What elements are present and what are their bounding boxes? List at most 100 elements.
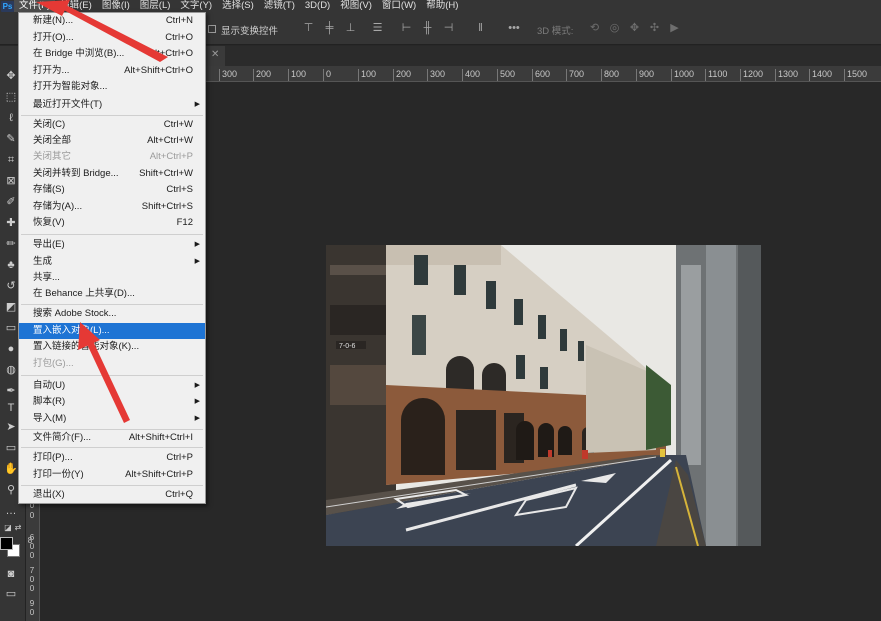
menu-item-browse-in-bridge[interactable]: 在 Bridge 中浏览(B)... Alt+Ctrl+O xyxy=(19,46,205,62)
menu-item-search-adobe-stock[interactable]: 搜索 Adobe Stock... xyxy=(19,306,205,322)
menu-item-exit[interactable]: 退出(X) Ctrl+Q xyxy=(19,487,205,503)
menu-filter[interactable]: 滤镜(T) xyxy=(259,0,300,12)
ruler-tick: 900 xyxy=(636,69,654,81)
ruler-tick: 200 xyxy=(393,69,411,81)
gradient-tool-icon[interactable]: ▭ xyxy=(3,320,19,336)
distribute-vertical-icon[interactable]: ☰ xyxy=(371,22,384,35)
menu-window[interactable]: 窗口(W) xyxy=(377,0,421,12)
zoom-tool-icon[interactable]: ⚲ xyxy=(3,482,19,498)
ruler-tick: 400 xyxy=(462,69,480,81)
menu-separator xyxy=(21,304,203,305)
3d-slide-icon[interactable]: ✣ xyxy=(648,22,661,35)
menu-type[interactable]: 文字(Y) xyxy=(175,0,217,12)
ruler-tick: 300 xyxy=(219,69,237,81)
close-icon[interactable]: ✕ xyxy=(211,49,219,60)
document-photo[interactable]: 7-0-6 xyxy=(326,245,761,546)
3d-camera-icon[interactable]: ▶ xyxy=(668,22,681,35)
eraser-tool-icon[interactable]: ◩ xyxy=(3,299,19,315)
menu-image[interactable]: 图像(I) xyxy=(97,0,135,12)
ruler-tick: 300 xyxy=(427,69,445,81)
frame-tool-icon[interactable]: ⊠ xyxy=(3,173,19,189)
hand-tool-icon[interactable]: ✋ xyxy=(3,461,19,477)
menu-item-open-as-smart-object[interactable]: 打开为智能对象... xyxy=(19,79,205,95)
3d-orbit-icon[interactable]: ⟲ xyxy=(588,22,601,35)
menu-item-close-and-go-to-bridge[interactable]: 关闭并转到 Bridge... Shift+Ctrl+W xyxy=(19,166,205,182)
menu-item-place-linked[interactable]: 置入链接的智能对象(K)... xyxy=(19,339,205,355)
align-vertical-center-icon[interactable]: ╪ xyxy=(323,22,336,35)
menu-item-open-recent[interactable]: 最近打开文件(T) ▶ xyxy=(19,97,205,113)
menu-help[interactable]: 帮助(H) xyxy=(421,0,463,12)
menu-item-scripts[interactable]: 脚本(R) ▶ xyxy=(19,394,205,410)
menu-item-share-on-behance[interactable]: 在 Behance 上共享(D)... xyxy=(19,286,205,302)
menu-item-print-one-copy[interactable]: 打印一份(Y) Alt+Shift+Ctrl+P xyxy=(19,467,205,483)
menu-item-place-embedded[interactable]: 置入嵌入对象(L)... xyxy=(19,323,205,339)
menu-3d[interactable]: 3D(D) xyxy=(300,0,335,12)
move-tool-icon[interactable]: ✥ xyxy=(3,68,19,84)
menu-item-save[interactable]: 存储(S) Ctrl+S xyxy=(19,182,205,198)
3d-mode-label: 3D 模式: xyxy=(537,26,574,37)
menu-item-print[interactable]: 打印(P)... Ctrl+P xyxy=(19,450,205,466)
ruler-tick: 0 xyxy=(29,511,35,520)
menu-item-new[interactable]: 新建(N)... Ctrl+N xyxy=(19,13,205,29)
file-menu-dropdown: 新建(N)... Ctrl+N 打开(O)... Ctrl+O 在 Bridge 中… xyxy=(18,12,206,504)
menu-item-open[interactable]: 打开(O)... Ctrl+O xyxy=(19,30,205,46)
distribute-horizontal-icon[interactable]: ‖ xyxy=(474,22,487,35)
street-sign-text: 7-0-6 xyxy=(339,343,355,350)
document-tab[interactable]: ✕ xyxy=(205,46,225,66)
foreground-color-swatch[interactable] xyxy=(0,537,13,550)
menu-item-save-as[interactable]: 存储为(A)... Shift+Ctrl+S xyxy=(19,199,205,215)
menu-view[interactable]: 视图(V) xyxy=(335,0,377,12)
quick-mask-icon[interactable]: ◙ xyxy=(3,566,19,582)
menu-item-generate[interactable]: 生成 ▶ xyxy=(19,254,205,270)
lasso-tool-icon[interactable]: ℓ xyxy=(3,110,19,126)
menu-select[interactable]: 选择(S) xyxy=(217,0,259,12)
ruler-tick: 700 xyxy=(566,69,584,81)
shape-tool-icon[interactable]: ▭ xyxy=(3,440,19,456)
align-right-icon[interactable]: ⊣ xyxy=(442,22,455,35)
menu-item-share[interactable]: 共享... xyxy=(19,270,205,286)
3d-pan-icon[interactable]: ✥ xyxy=(628,22,641,35)
horizontal-ruler[interactable]: 300 200 100 0 100 200 300 400 500 600 70… xyxy=(205,66,881,82)
type-tool-icon[interactable]: T xyxy=(3,400,19,416)
menu-item-close[interactable]: 关闭(C) Ctrl+W xyxy=(19,117,205,133)
menu-item-file-info[interactable]: 文件简介(F)... Alt+Shift+Ctrl+I xyxy=(19,430,205,446)
align-left-icon[interactable]: ⊢ xyxy=(400,22,413,35)
swap-colors-icon[interactable]: ⇄ xyxy=(10,520,26,536)
screen-mode-icon[interactable]: ▭ xyxy=(3,586,19,602)
menu-item-revert[interactable]: 恢复(V) F12 xyxy=(19,215,205,231)
menu-edit[interactable]: 编辑(E) xyxy=(55,0,97,12)
menu-file[interactable]: 文件(F) xyxy=(14,0,56,12)
menu-layer[interactable]: 图层(L) xyxy=(135,0,176,12)
3d-roll-icon[interactable]: ◎ xyxy=(608,22,621,35)
eyedropper-tool-icon[interactable]: ✐ xyxy=(3,194,19,210)
menu-item-import[interactable]: 导入(M) ▶ xyxy=(19,411,205,427)
pen-tool-icon[interactable]: ✒ xyxy=(3,383,19,399)
align-bottom-icon[interactable]: ⊥ xyxy=(344,22,357,35)
align-horizontal-center-icon[interactable]: ╫ xyxy=(421,22,434,35)
photoshop-logo[interactable]: Ps xyxy=(1,0,14,12)
show-transform-controls-checkbox[interactable] xyxy=(208,25,216,33)
menu-item-automate[interactable]: 自动(U) ▶ xyxy=(19,378,205,394)
blur-tool-icon[interactable]: ● xyxy=(3,341,19,357)
menu-item-close-all[interactable]: 关闭全部 Alt+Ctrl+W xyxy=(19,133,205,149)
healing-brush-tool-icon[interactable]: ✚ xyxy=(3,215,19,231)
ruler-tick: 9 xyxy=(29,599,35,608)
ruler-tick: 1300 xyxy=(775,69,798,81)
menu-item-open-as[interactable]: 打开为... Alt+Shift+Ctrl+O xyxy=(19,63,205,79)
marquee-tool-icon[interactable]: ⬚ xyxy=(3,89,19,105)
more-options-icon[interactable]: ••• xyxy=(505,22,523,35)
dodge-tool-icon[interactable]: ◍ xyxy=(3,362,19,378)
path-selection-tool-icon[interactable]: ➤ xyxy=(3,419,19,435)
submenu-arrow-icon: ▶ xyxy=(194,101,200,108)
menu-item-export[interactable]: 导出(E) ▶ xyxy=(19,237,205,253)
crop-tool-icon[interactable]: ⌗ xyxy=(3,152,19,168)
brush-tool-icon[interactable]: ✏ xyxy=(3,236,19,252)
history-brush-tool-icon[interactable]: ↺ xyxy=(3,278,19,294)
ruler-tick: 500 xyxy=(497,69,515,81)
clone-stamp-tool-icon[interactable]: ♣ xyxy=(3,257,19,273)
submenu-arrow-icon: ▶ xyxy=(194,382,200,389)
edit-toolbar-icon[interactable]: … xyxy=(3,503,19,519)
ruler-tick: 0 xyxy=(29,575,35,584)
quick-select-tool-icon[interactable]: ✎ xyxy=(3,131,19,147)
align-top-icon[interactable]: ⊤ xyxy=(302,22,315,35)
